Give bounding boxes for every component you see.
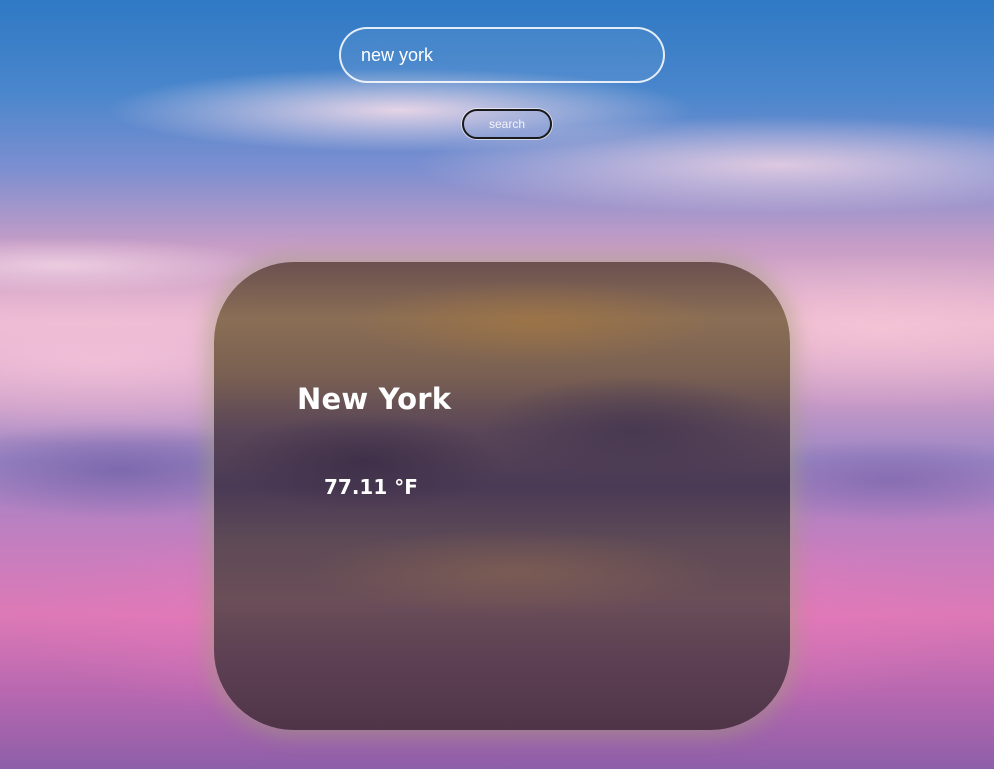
search-bar: [339, 27, 665, 83]
temperature-value: 77.11 °F: [324, 475, 418, 499]
city-name: New York: [297, 382, 452, 416]
weather-card: New York 77.11 °F: [214, 262, 790, 730]
search-button[interactable]: search: [462, 109, 552, 139]
search-input[interactable]: [339, 27, 665, 83]
